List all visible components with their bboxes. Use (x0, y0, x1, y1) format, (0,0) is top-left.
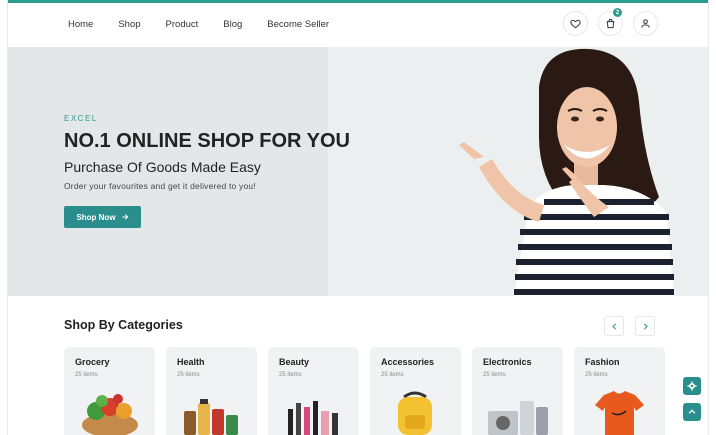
beauty-products-image (288, 401, 338, 435)
health-products-image (184, 399, 238, 435)
nav-link-home[interactable]: Home (68, 19, 93, 30)
category-card-accessories[interactable]: Accessories 25 items (370, 347, 461, 435)
category-card-fashion[interactable]: Fashion 25 items (574, 347, 665, 435)
categories-next-button[interactable] (635, 316, 655, 336)
tshirt-image (595, 391, 644, 435)
nav-links: Home Shop Product Blog Become Seller (68, 19, 354, 30)
heart-icon (570, 19, 581, 29)
shop-now-button[interactable]: Shop Now (64, 206, 141, 228)
wishlist-button[interactable] (563, 11, 588, 36)
category-name: Grocery (75, 357, 110, 367)
gear-icon (687, 381, 697, 391)
scroll-top-button[interactable] (683, 403, 701, 421)
categories-title: Shop By Categories (64, 318, 183, 332)
category-card-grocery[interactable]: Grocery 25 items (64, 347, 155, 435)
settings-float-button[interactable] (683, 377, 701, 395)
shop-now-label: Shop Now (76, 212, 116, 222)
categories-prev-button[interactable] (604, 316, 624, 336)
user-icon (641, 19, 650, 28)
category-name: Fashion (585, 357, 620, 367)
grocery-basket-image (82, 394, 138, 435)
nav-link-shop[interactable]: Shop (118, 19, 140, 30)
page-frame: Home Shop Product Blog Become Seller 2 E… (7, 0, 709, 435)
category-card-health[interactable]: Health 25 items (166, 347, 257, 435)
category-name: Beauty (279, 357, 310, 367)
account-button[interactable] (633, 11, 658, 36)
category-card-beauty[interactable]: Beauty 25 items (268, 347, 359, 435)
chevron-up-icon (688, 409, 696, 414)
hero-model-image (459, 48, 674, 296)
nav-link-blog[interactable]: Blog (223, 19, 242, 30)
nav-link-product[interactable]: Product (166, 19, 199, 30)
chevron-left-icon (611, 322, 616, 330)
hero-subtitle: Purchase Of Goods Made Easy (64, 159, 261, 175)
category-count: 25 items (177, 372, 200, 378)
backpack-image (398, 391, 432, 435)
navbar: Home Shop Product Blog Become Seller 2 (8, 3, 708, 47)
nav-link-become-seller[interactable]: Become Seller (267, 19, 329, 30)
cart-button[interactable]: 2 (598, 8, 623, 36)
hero-description: Order your favourites and get it deliver… (64, 181, 256, 191)
category-name: Electronics (483, 357, 532, 367)
chevron-right-icon (643, 322, 648, 330)
shopping-bag-icon (606, 18, 615, 29)
category-count: 25 items (483, 372, 506, 378)
cart-count-badge: 2 (613, 8, 622, 17)
nav-icons: 2 (563, 8, 658, 36)
hero-banner: EXCEL NO.1 ONLINE SHOP FOR YOU Purchase … (8, 47, 708, 296)
category-card-electronics[interactable]: Electronics 25 items (472, 347, 563, 435)
category-cards: Grocery 25 items Health 25 items Beauty … (64, 347, 665, 435)
category-count: 25 items (381, 372, 404, 378)
arrow-right-icon (121, 214, 128, 220)
category-count: 25 items (585, 372, 608, 378)
hero-title: NO.1 ONLINE SHOP FOR YOU (64, 130, 350, 152)
category-count: 25 items (75, 372, 98, 378)
category-name: Accessories (381, 357, 435, 367)
category-count: 25 items (279, 372, 302, 378)
hero-kicker: EXCEL (64, 114, 98, 123)
category-name: Health (177, 357, 205, 367)
electronics-image (488, 401, 548, 435)
